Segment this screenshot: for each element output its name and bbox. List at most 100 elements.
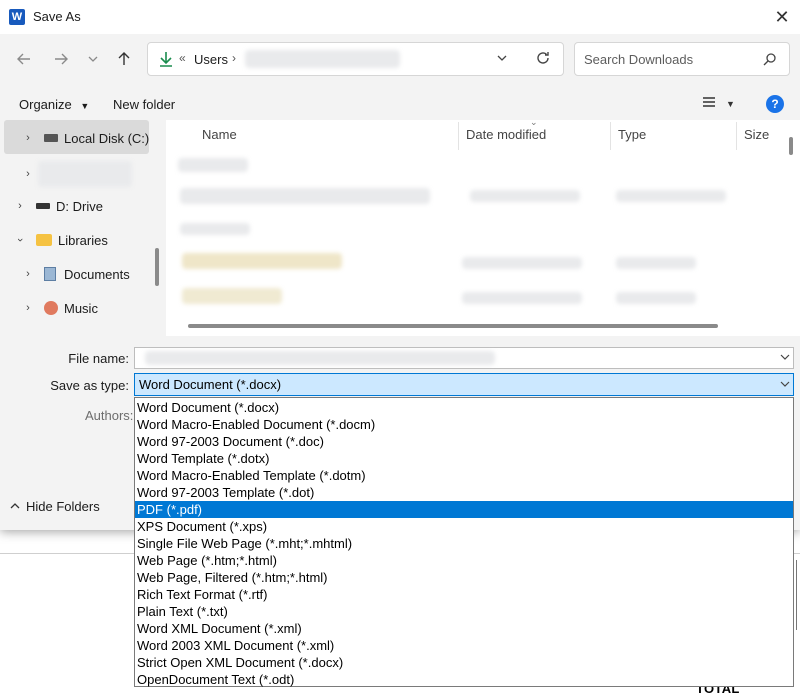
file-list-vertical-scrollbar[interactable] (789, 137, 793, 155)
dialog-title: Save As (33, 9, 81, 24)
sidebar-item-label: Documents (64, 266, 130, 282)
sidebar-item-label: Libraries (58, 232, 108, 248)
organize-button[interactable]: Organize ▼ (19, 97, 89, 112)
up-arrow-icon[interactable] (111, 46, 137, 72)
column-header-size[interactable]: Size (744, 127, 769, 142)
file-name-dropdown-icon[interactable] (780, 352, 790, 365)
file-type-option[interactable]: Web Page, Filtered (*.htm;*.html) (135, 569, 793, 586)
back-arrow-icon[interactable] (11, 46, 37, 72)
breadcrumb-overflow-icon[interactable]: « (179, 51, 186, 65)
list-view-icon (702, 96, 716, 111)
column-divider (610, 122, 611, 150)
documents-icon (44, 267, 56, 281)
list-item-redacted (616, 292, 696, 304)
file-name-label: File name: (68, 351, 129, 366)
breadcrumb-separator-icon: › (232, 51, 236, 65)
expand-chevron-icon[interactable]: › (22, 168, 34, 180)
column-divider (736, 122, 737, 150)
address-bar[interactable]: « Users › (147, 42, 564, 76)
file-type-option[interactable]: Word Macro-Enabled Template (*.dotm) (135, 467, 793, 484)
sidebar-item-label: Local Disk (C:) (64, 130, 150, 146)
collapse-chevron-icon[interactable]: › (14, 234, 26, 246)
column-header-name[interactable]: Name (202, 127, 237, 142)
file-type-option[interactable]: Rich Text Format (*.rtf) (135, 586, 793, 603)
search-input[interactable]: Search Downloads (584, 52, 693, 67)
sidebar-item-documents[interactable]: › Documents (22, 257, 130, 291)
chevron-up-icon (10, 499, 20, 514)
breadcrumb-users[interactable]: Users (194, 52, 228, 67)
organize-label: Organize (19, 97, 72, 112)
file-type-option[interactable]: XPS Document (*.xps) (135, 518, 793, 535)
breadcrumb-user-folder-redacted[interactable] (245, 50, 400, 68)
hide-folders-button[interactable]: Hide Folders (10, 499, 100, 514)
expand-chevron-icon[interactable]: › (22, 132, 34, 144)
file-type-dropdown-list: Word Document (*.docx) Word Macro-Enable… (134, 397, 794, 687)
list-item-redacted (462, 292, 582, 304)
list-item-redacted (616, 190, 726, 202)
list-item-redacted[interactable] (182, 288, 282, 304)
file-type-option[interactable]: Strict Open XML Document (*.docx) (135, 654, 793, 671)
hide-folders-label: Hide Folders (26, 499, 100, 514)
column-header-date-modified[interactable]: Date modified (466, 127, 546, 142)
folder-icon (36, 234, 52, 246)
help-icon[interactable]: ? (766, 95, 784, 113)
file-type-option[interactable]: Word Document (*.docx) (135, 399, 793, 416)
expand-chevron-icon[interactable]: › (22, 302, 34, 314)
sidebar-item-label: Music (64, 300, 98, 316)
list-item-redacted (462, 257, 582, 269)
view-options-button[interactable]: ▼ (702, 96, 735, 111)
file-type-option[interactable]: Plain Text (*.txt) (135, 603, 793, 620)
file-type-option[interactable]: Word Macro-Enabled Document (*.docm) (135, 416, 793, 433)
list-item-redacted[interactable] (180, 223, 250, 235)
file-type-option[interactable]: Word XML Document (*.xml) (135, 620, 793, 637)
save-as-type-value: Word Document (*.docx) (139, 377, 282, 392)
sidebar-item-music[interactable]: › Music (22, 291, 98, 325)
list-item-redacted (616, 257, 696, 269)
file-name-field[interactable] (134, 347, 794, 369)
search-box[interactable]: Search Downloads (574, 42, 790, 76)
sidebar-item-local-disk[interactable]: › Local Disk (C:) (22, 121, 149, 155)
save-as-type-select[interactable]: Word Document (*.docx) (134, 373, 794, 396)
word-icon: W (9, 9, 25, 25)
file-type-option[interactable]: Word 2003 XML Document (*.xml) (135, 637, 793, 654)
organize-dropdown-icon: ▼ (80, 101, 90, 111)
file-type-option[interactable]: Word 97-2003 Template (*.dot) (135, 484, 793, 501)
downloads-icon (158, 50, 174, 71)
file-type-option[interactable]: OpenDocument Text (*.odt) (135, 671, 793, 688)
redacted-folder-label (38, 161, 132, 187)
close-icon[interactable]: ✕ (768, 4, 796, 30)
sidebar-item-redacted[interactable]: › (22, 157, 132, 191)
refresh-icon[interactable] (535, 50, 551, 69)
expand-chevron-icon[interactable]: › (22, 268, 34, 280)
save-as-type-dropdown-icon[interactable] (780, 379, 790, 392)
column-divider (458, 122, 459, 150)
sidebar-item-libraries[interactable]: › Libraries (14, 223, 108, 257)
column-header-type[interactable]: Type (618, 127, 646, 142)
expand-chevron-icon[interactable]: › (14, 200, 26, 212)
file-type-option[interactable]: Web Page (*.htm;*.html) (135, 552, 793, 569)
view-dropdown-icon: ▼ (726, 98, 735, 109)
sidebar-item-d-drive[interactable]: › D: Drive (14, 189, 103, 223)
file-type-option-selected[interactable]: PDF (*.pdf) (135, 501, 793, 518)
file-name-value-redacted (145, 351, 495, 365)
list-item-redacted[interactable] (182, 253, 342, 269)
list-item-redacted (470, 190, 580, 202)
list-item-redacted[interactable] (178, 158, 248, 172)
file-list-horizontal-scrollbar[interactable] (188, 324, 718, 328)
new-folder-button[interactable]: New folder (113, 97, 175, 112)
search-icon (763, 52, 777, 69)
save-as-type-label: Save as type: (50, 378, 129, 393)
sidebar-item-label: D: Drive (56, 198, 103, 214)
sort-indicator-icon: ⌄ (530, 117, 538, 127)
background-table-border (796, 560, 797, 630)
list-item-redacted[interactable] (180, 188, 430, 204)
navigation-pane-scrollbar[interactable] (155, 248, 159, 286)
file-type-option[interactable]: Word 97-2003 Document (*.doc) (135, 433, 793, 450)
forward-arrow-icon[interactable] (48, 46, 74, 72)
address-history-chevron-icon[interactable] (496, 52, 508, 67)
title-bar (0, 0, 800, 34)
music-icon (44, 301, 58, 315)
file-type-option[interactable]: Single File Web Page (*.mht;*.mhtml) (135, 535, 793, 552)
file-type-option[interactable]: Word Template (*.dotx) (135, 450, 793, 467)
recent-locations-chevron-icon[interactable] (80, 46, 106, 72)
